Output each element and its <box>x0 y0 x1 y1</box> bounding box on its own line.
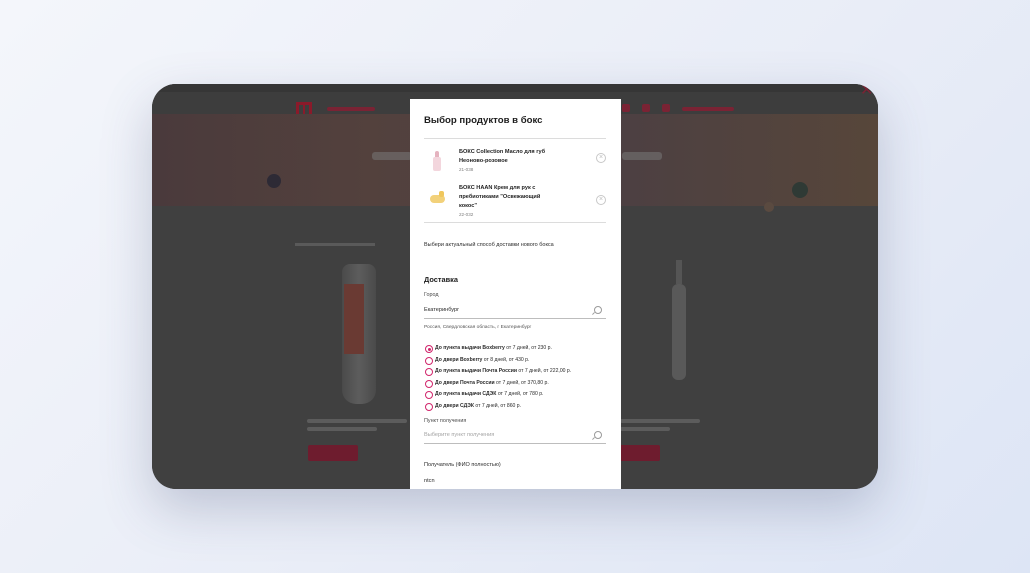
radio-selected[interactable] <box>425 345 433 353</box>
item-name: БОКС HAAN Крем для рук с пребиотиками "О… <box>459 184 559 219</box>
option-name: До двери Почта России <box>435 379 495 386</box>
option-name: До двери Boxberry <box>435 356 483 363</box>
hand-cream-image <box>428 189 446 205</box>
product-desc <box>620 427 670 431</box>
city-label: Город <box>424 292 439 298</box>
item-title: БОКС Collection Масло для губ Неоново-ро… <box>459 149 546 164</box>
radio[interactable] <box>425 391 433 399</box>
option-terms: от 8 дней, от 430 р. <box>482 356 530 363</box>
cart-icon[interactable] <box>642 104 650 112</box>
delivery-heading: Доставка <box>424 275 458 284</box>
item-code: 22-032 <box>459 212 474 217</box>
city-value: Екатеринбург <box>424 307 460 313</box>
decor-dot <box>792 182 808 198</box>
pickup-label: Пункт получения <box>424 418 467 424</box>
product-image <box>672 260 686 380</box>
city-hint: Россия, Свердловская область, г Екатерин… <box>424 325 532 330</box>
product-box-modal: Выбор продуктов в бокс БОКС Collection М… <box>410 99 621 489</box>
divider <box>424 138 606 139</box>
product-desc <box>620 419 700 423</box>
option-text: До двери СДЭК от 7 дней, от 860 р. <box>435 403 521 409</box>
product-image <box>342 264 376 404</box>
heart-icon[interactable] <box>622 104 630 112</box>
close-icon[interactable]: ✕ <box>860 84 878 100</box>
option-text: До двери Почта России от 7 дней, от 370,… <box>435 380 549 386</box>
top-strip <box>152 84 878 92</box>
account-link[interactable] <box>682 107 734 111</box>
option-name: До двери СДЭК <box>435 402 474 409</box>
browser-viewport: ✕ Выбор продуктов в бокс БОКС Collection… <box>152 84 878 489</box>
option-name: До пункта выдачи СДЭК <box>435 391 497 397</box>
option-terms: от 7 дней, от 222,00 р. <box>517 368 572 374</box>
remove-icon[interactable]: × <box>596 153 606 163</box>
pickup-placeholder: Выберите пункт получения <box>424 432 495 438</box>
recipient-input[interactable]: ntcn <box>424 478 435 484</box>
radio[interactable] <box>425 379 433 388</box>
lip-oil-image <box>428 151 446 173</box>
decor-dot <box>267 174 281 188</box>
search-icon[interactable] <box>594 431 602 439</box>
recipient-label: Получатель (ФИО полностью) <box>424 462 501 468</box>
option-terms: от 7 дней, от 370,80 р. <box>494 379 549 386</box>
option-name: До пункта выдачи Boxberry <box>435 345 505 351</box>
item-name: БОКС Collection Масло для губ Неоново-ро… <box>459 148 559 174</box>
option-terms: от 7 дней, от 860 р. <box>473 402 522 409</box>
option-text: До двери Boxberry от 8 дней, от 430 р. <box>435 357 529 363</box>
banner-text <box>372 152 412 160</box>
city-field[interactable]: Екатеринбург <box>424 304 606 319</box>
radio[interactable] <box>425 356 433 365</box>
pickup-field[interactable]: Выберите пункт получения <box>424 429 606 444</box>
option-text: До пункта выдачи Boxberry от 7 дней, от … <box>435 345 552 351</box>
product-desc <box>307 419 407 423</box>
option-terms: от 7 дней, от 230 р. <box>504 345 552 351</box>
nav-link[interactable] <box>327 107 375 111</box>
choose-button[interactable] <box>308 445 358 461</box>
decor-dot <box>764 202 774 212</box>
send-icon[interactable] <box>662 104 670 112</box>
item-code: 21-038 <box>459 167 474 172</box>
radio[interactable] <box>425 368 433 376</box>
delivery-note: Выбери актуальный способ доставки нового… <box>424 242 554 248</box>
option-terms: от 7 дней, от 780 р. <box>496 391 544 397</box>
item-title: БОКС HAAN Крем для рук с пребиотиками "О… <box>459 185 541 209</box>
box-item: БОКС HAAN Крем для рук с пребиотиками "О… <box>424 179 606 221</box>
option-text: До пункта выдачи Почта России от 7 дней,… <box>435 368 571 374</box>
search-icon[interactable] <box>594 306 602 314</box>
remove-icon[interactable]: × <box>596 195 606 205</box>
section-caption <box>295 243 375 246</box>
box-item: БОКС Collection Масло для губ Неоново-ро… <box>424 143 606 177</box>
product-desc <box>307 427 377 431</box>
divider <box>424 222 606 223</box>
modal-title: Выбор продуктов в бокс <box>424 115 543 126</box>
radio[interactable] <box>425 402 433 411</box>
banner-text <box>622 152 662 160</box>
option-name: До пункта выдачи Почта России <box>435 368 518 374</box>
option-text: До пункта выдачи СДЭК от 7 дней, от 780 … <box>435 391 543 397</box>
